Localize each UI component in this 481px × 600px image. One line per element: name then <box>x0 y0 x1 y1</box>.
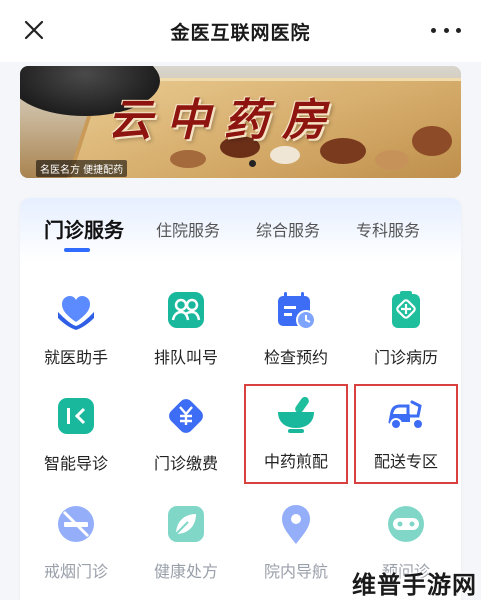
more-icon[interactable] <box>431 18 461 42</box>
service-smart-guide[interactable]: 智能导诊 <box>26 388 126 484</box>
service-health-prescription[interactable]: 健康处方 <box>136 496 236 592</box>
service-delivery-zone[interactable]: 配送专区 <box>354 384 458 484</box>
service-label: 院内导航 <box>263 562 328 581</box>
service-label: 排队叫号 <box>153 348 218 367</box>
service-herbal-decoction[interactable]: 中药煎配 <box>244 384 348 484</box>
service-queue-number[interactable]: 排队叫号 <box>136 282 236 378</box>
guide-icon <box>58 398 94 434</box>
tab-outpatient[interactable]: 门诊服务 <box>44 214 124 243</box>
service-smoking-cessation[interactable]: 戒烟门诊 <box>26 496 126 592</box>
tab-inpatient[interactable]: 住院服务 <box>156 217 220 241</box>
service-outpatient-payment[interactable]: 门诊缴费 <box>136 388 236 484</box>
location-pin-icon <box>282 505 310 544</box>
page-title: 金医互联网医院 <box>170 21 311 44</box>
scooter-icon <box>388 400 424 430</box>
heart-hands-icon <box>58 296 94 330</box>
service-label: 门诊病历 <box>373 348 438 367</box>
watermark: 维普手游网 <box>352 571 477 599</box>
yuan-payment-icon <box>169 399 203 433</box>
service-label: 戒烟门诊 <box>43 562 108 581</box>
service-label: 检查预约 <box>263 348 328 367</box>
banner-slogan: 名医名方 便捷配药 <box>36 160 128 177</box>
mortar-pestle-icon <box>278 396 314 433</box>
service-label: 配送专区 <box>373 452 438 471</box>
medical-record-icon <box>392 291 420 328</box>
pharmacy-banner[interactable]: 云中药房 名医名方 便捷配药 <box>20 66 461 178</box>
tab-specialty[interactable]: 专科服务 <box>356 217 420 241</box>
service-outpatient-record[interactable]: 门诊病历 <box>356 282 456 378</box>
service-exam-booking[interactable]: 检查预约 <box>246 282 346 378</box>
service-label: 门诊缴费 <box>153 454 218 473</box>
service-hospital-navigation[interactable]: 院内导航 <box>246 496 346 592</box>
tab-general[interactable]: 综合服务 <box>256 217 320 241</box>
service-label: 就医助手 <box>43 348 108 367</box>
people-icon <box>168 292 204 328</box>
banner-brand-text: 云中药房 <box>108 95 340 146</box>
service-card: 门诊服务 住院服务 综合服务 专科服务 就医助手 排队叫号 检查预约 门诊病历 … <box>20 198 461 600</box>
calendar-clock-icon <box>278 292 316 330</box>
leaf-icon <box>168 506 204 542</box>
service-label: 健康处方 <box>153 562 218 581</box>
close-icon[interactable] <box>22 18 46 42</box>
carousel-indicator <box>249 160 256 167</box>
service-label: 智能导诊 <box>43 454 108 473</box>
service-label: 中药煎配 <box>263 452 328 471</box>
top-bar: 金医互联网医院 <box>0 0 481 62</box>
active-tab-indicator <box>64 248 90 252</box>
no-smoking-icon <box>58 506 94 542</box>
robot-icon <box>388 506 424 542</box>
service-medical-assistant[interactable]: 就医助手 <box>26 282 126 378</box>
